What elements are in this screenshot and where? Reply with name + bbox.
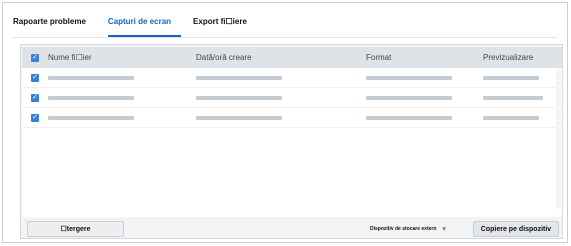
screenshots-panel: ✓ Nume fi☐ier Dată/oră creare Format Pre… xyxy=(20,44,563,239)
column-header-name[interactable]: Nume fi☐ier xyxy=(48,53,196,62)
screenshots-table: ✓ Nume fi☐ier Dată/oră creare Format Pre… xyxy=(22,47,562,217)
column-header-date[interactable]: Dată/oră creare xyxy=(196,53,366,62)
device-select[interactable]: Dispozitiv de stocare extern ▾ xyxy=(370,225,446,233)
tab-rapoarte-probleme[interactable]: Rapoarte probleme xyxy=(13,13,96,37)
date-placeholder xyxy=(196,115,282,120)
file-name-placeholder xyxy=(48,115,134,120)
copy-to-device-button[interactable]: Copiere pe dispozitiv xyxy=(473,221,559,237)
preview-placeholder xyxy=(483,95,543,100)
tab-bar: Rapoarte probleme Capturi de ecran Expor… xyxy=(13,13,269,37)
table-row[interactable]: ✓ xyxy=(22,108,562,128)
table-scrollbar[interactable] xyxy=(556,69,561,209)
delete-button-label: ☐tergere xyxy=(60,226,91,233)
table-row[interactable]: ✓ xyxy=(22,88,562,108)
date-placeholder xyxy=(196,75,282,80)
tab-capturi-de-ecran[interactable]: Capturi de ecran xyxy=(107,13,182,37)
row-checkbox[interactable]: ✓ xyxy=(31,113,39,122)
delete-button[interactable]: ☐tergere xyxy=(27,221,124,237)
column-header-format[interactable]: Format xyxy=(366,53,483,62)
preview-placeholder xyxy=(483,115,539,120)
screenshots-window: Rapoarte probleme Capturi de ecran Expor… xyxy=(2,2,568,243)
format-placeholder xyxy=(366,75,452,80)
column-header-preview[interactable]: Previzualizare xyxy=(483,53,558,62)
tab-export-fisiere[interactable]: Export fi☐iere xyxy=(193,13,257,37)
select-all-cell: ✓ xyxy=(22,53,48,62)
file-name-placeholder xyxy=(48,95,134,100)
table-header: ✓ Nume fi☐ier Dată/oră creare Format Pre… xyxy=(22,47,562,68)
select-all-checkbox[interactable]: ✓ xyxy=(31,53,39,62)
format-placeholder xyxy=(366,95,452,100)
copy-button-label: Copiere pe dispozitiv xyxy=(480,225,552,233)
format-placeholder xyxy=(366,115,452,120)
date-placeholder xyxy=(196,95,282,100)
chevron-down-icon: ▾ xyxy=(442,226,446,233)
row-checkbox[interactable]: ✓ xyxy=(31,93,39,102)
tab-divider xyxy=(13,37,557,38)
device-select-value: Dispozitiv de stocare extern xyxy=(370,226,437,232)
table-row[interactable]: ✓ xyxy=(22,68,562,88)
preview-placeholder xyxy=(483,75,539,80)
row-checkbox[interactable]: ✓ xyxy=(31,73,39,82)
file-name-placeholder xyxy=(48,75,134,80)
